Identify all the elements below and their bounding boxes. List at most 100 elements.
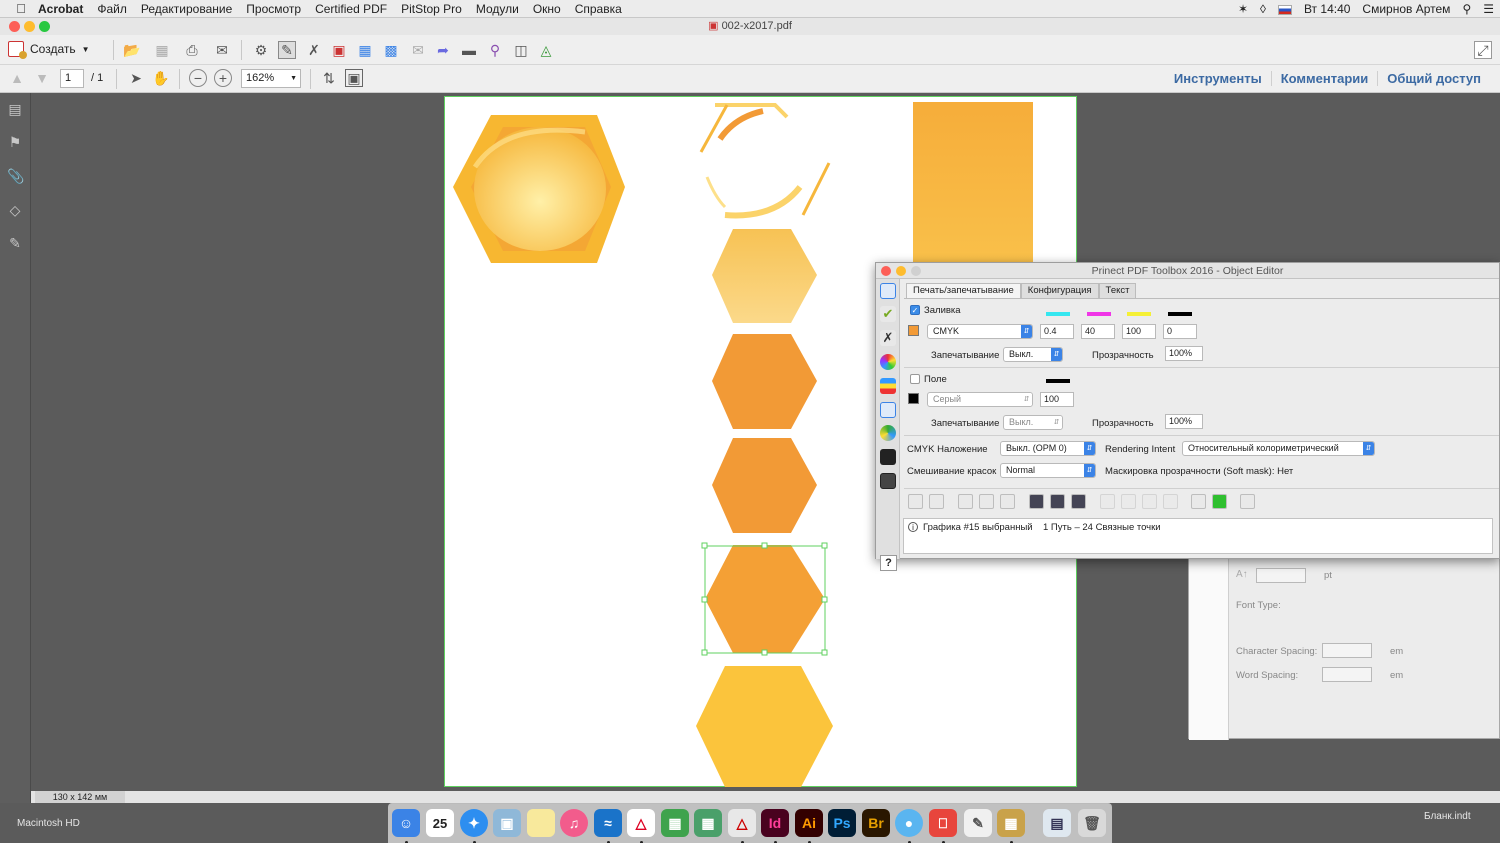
eyedropper-icon[interactable] bbox=[1191, 494, 1206, 509]
char-spacing-input[interactable] bbox=[1322, 643, 1372, 658]
node-tool-icon[interactable] bbox=[880, 283, 896, 299]
calendar-icon[interactable]: 25 bbox=[426, 809, 454, 837]
archive-utility-icon[interactable]: ▦ bbox=[997, 809, 1025, 837]
hexagon-gradient-large[interactable] bbox=[453, 115, 625, 263]
inspector-icon[interactable]: ✎ bbox=[278, 41, 296, 59]
separation-icon[interactable] bbox=[880, 425, 896, 441]
grid-view-3-icon[interactable] bbox=[1071, 494, 1086, 509]
pitstop-app-icon[interactable]: ≈ bbox=[594, 809, 622, 837]
wifi-icon[interactable]: ◊ bbox=[1254, 2, 1272, 16]
menu-pitstop[interactable]: PitStop Pro bbox=[394, 2, 469, 16]
acrobat-icon[interactable]: △ bbox=[627, 809, 655, 837]
stroke-opacity-input[interactable]: 100% bbox=[1165, 414, 1203, 429]
zoom-select[interactable]: 162% ▼ bbox=[241, 69, 301, 88]
hexagon-orange-2[interactable] bbox=[712, 438, 817, 533]
import-icon[interactable]: ◬ bbox=[537, 41, 555, 59]
textedit-icon[interactable]: ✎ bbox=[964, 809, 992, 837]
desktop-drive-label[interactable]: Macintosh HD bbox=[17, 818, 80, 829]
object-edit-icon[interactable]: ▣ bbox=[330, 41, 348, 59]
open-folder-icon[interactable]: 📂 bbox=[123, 41, 141, 59]
zoom-in-icon[interactable]: + bbox=[214, 69, 232, 87]
acrobat-dc-icon[interactable]: △ bbox=[728, 809, 756, 837]
transform-tool-icon[interactable]: ✗ bbox=[880, 330, 896, 346]
notes-icon[interactable] bbox=[527, 809, 555, 837]
menu-help[interactable]: Справка bbox=[568, 2, 629, 16]
tab-print-overprint[interactable]: Печать/запечатывание bbox=[906, 283, 1021, 298]
color-bars-icon[interactable]: ▦ bbox=[356, 41, 374, 59]
pitstop-action-icon[interactable]: ✗ bbox=[305, 41, 323, 59]
tab-text[interactable]: Текст bbox=[1098, 283, 1137, 298]
apple-icon[interactable]:  bbox=[10, 1, 32, 16]
grid-view-icon[interactable] bbox=[1029, 494, 1044, 509]
menu-edit[interactable]: Редактирование bbox=[134, 2, 239, 16]
menu-file[interactable]: Файл bbox=[90, 2, 134, 16]
ruler-icon[interactable]: ▬ bbox=[460, 41, 478, 59]
ellipse-shape-icon[interactable] bbox=[979, 494, 994, 509]
fill-opacity-input[interactable]: 100% bbox=[1165, 346, 1203, 361]
menu-plugins[interactable]: Модули bbox=[469, 2, 526, 16]
hand-tool-icon[interactable]: ✋ bbox=[152, 69, 170, 87]
page-down-icon[interactable]: ▼ bbox=[33, 69, 51, 87]
word-spacing-input[interactable] bbox=[1322, 667, 1372, 682]
mail-disabled-icon[interactable]: ✉ bbox=[409, 41, 427, 59]
rendering-intent-select[interactable]: Относительный колориметрический ⇵ bbox=[1182, 441, 1375, 456]
hexagon-highlight-outline[interactable] bbox=[699, 103, 831, 219]
zoom-panel-button[interactable] bbox=[911, 266, 921, 276]
close-panel-button[interactable] bbox=[881, 266, 891, 276]
text-lines-icon[interactable] bbox=[1121, 494, 1136, 509]
windows-app-icon[interactable]: ▦ bbox=[661, 809, 689, 837]
menu-window[interactable]: Окно bbox=[526, 2, 568, 16]
spotlight-icon[interactable]: ⚲ bbox=[1456, 2, 1477, 16]
rect-shape-icon[interactable] bbox=[958, 494, 973, 509]
menu-certified-pdf[interactable]: Certified PDF bbox=[308, 2, 394, 16]
undo-icon[interactable] bbox=[908, 494, 923, 509]
fit-page-icon[interactable]: ⇅ bbox=[320, 69, 338, 87]
fill-colorspace-select[interactable]: CMYK ⇵ bbox=[927, 324, 1033, 339]
windows-app-2-icon[interactable]: ▦ bbox=[694, 809, 722, 837]
magenta-input[interactable]: 40 bbox=[1081, 324, 1115, 339]
bridge-icon[interactable]: Br bbox=[862, 809, 890, 837]
tab-configuration[interactable]: Конфигурация bbox=[1020, 283, 1099, 298]
remote-desktop-icon[interactable]: ⎕ bbox=[929, 809, 957, 837]
finder-icon[interactable]: ☺ bbox=[392, 809, 420, 837]
itunes-icon[interactable]: ♫ bbox=[560, 809, 588, 837]
close-window-button[interactable] bbox=[9, 21, 20, 32]
stroke-colorspace-select[interactable]: Серый ⇵ bbox=[927, 392, 1033, 407]
cmyk-overprint-select[interactable]: Выкл. (OPM 0) ⇵ bbox=[1000, 441, 1096, 456]
attachment-icon[interactable]: 📎 bbox=[7, 168, 24, 184]
zoom-out-icon[interactable]: − bbox=[189, 69, 207, 87]
gray-input[interactable]: 100 bbox=[1040, 392, 1074, 407]
fill-overprint-select[interactable]: Выкл. ⇵ bbox=[1003, 347, 1063, 362]
menu-app-name[interactable]: Acrobat bbox=[32, 2, 90, 16]
chart-icon[interactable] bbox=[1240, 494, 1255, 509]
minimize-window-button[interactable] bbox=[24, 21, 35, 32]
hexagon-selected[interactable] bbox=[705, 545, 825, 653]
cyan-input[interactable]: 0.4 bbox=[1040, 324, 1074, 339]
save-icon[interactable]: ▦ bbox=[153, 41, 171, 59]
preflight-icon[interactable]: ▩ bbox=[382, 41, 400, 59]
fullscreen-icon[interactable]: ⤢ bbox=[1474, 41, 1492, 59]
print-icon[interactable]: ⎙ bbox=[183, 41, 201, 59]
font-size-input[interactable] bbox=[1256, 568, 1306, 583]
pages-icon[interactable]: ▤ bbox=[7, 101, 23, 117]
hexagon-orange-1[interactable] bbox=[712, 334, 817, 429]
page-number-input[interactable]: 1 bbox=[60, 69, 84, 88]
comments-link[interactable]: Комментарии bbox=[1270, 71, 1378, 86]
bookmark-icon[interactable]: ⚑ bbox=[7, 134, 23, 150]
stroke-overprint-select[interactable]: Выкл. ⇵ bbox=[1003, 415, 1063, 430]
input-language-icon[interactable] bbox=[1272, 2, 1298, 16]
documents-folder-icon[interactable]: ▤ bbox=[1043, 809, 1071, 837]
stroke-color-chip[interactable] bbox=[908, 393, 919, 404]
align-icon[interactable] bbox=[1000, 494, 1015, 509]
share-link[interactable]: Общий доступ bbox=[1377, 71, 1490, 86]
signature-icon[interactable]: ✎ bbox=[7, 235, 23, 251]
create-button[interactable]: Создать ▼ bbox=[8, 41, 90, 59]
photoshop-icon[interactable]: Ps bbox=[828, 809, 856, 837]
image-icon[interactable] bbox=[880, 473, 896, 489]
fill-color-chip[interactable] bbox=[908, 325, 919, 336]
hexagon-light[interactable] bbox=[712, 229, 817, 323]
checkmark-tool-icon[interactable]: ✔ bbox=[880, 306, 896, 322]
menu-view[interactable]: Просмотр bbox=[239, 2, 308, 16]
notification-center-icon[interactable]: ☰ bbox=[1477, 2, 1500, 16]
grid-view-2-icon[interactable] bbox=[1050, 494, 1065, 509]
